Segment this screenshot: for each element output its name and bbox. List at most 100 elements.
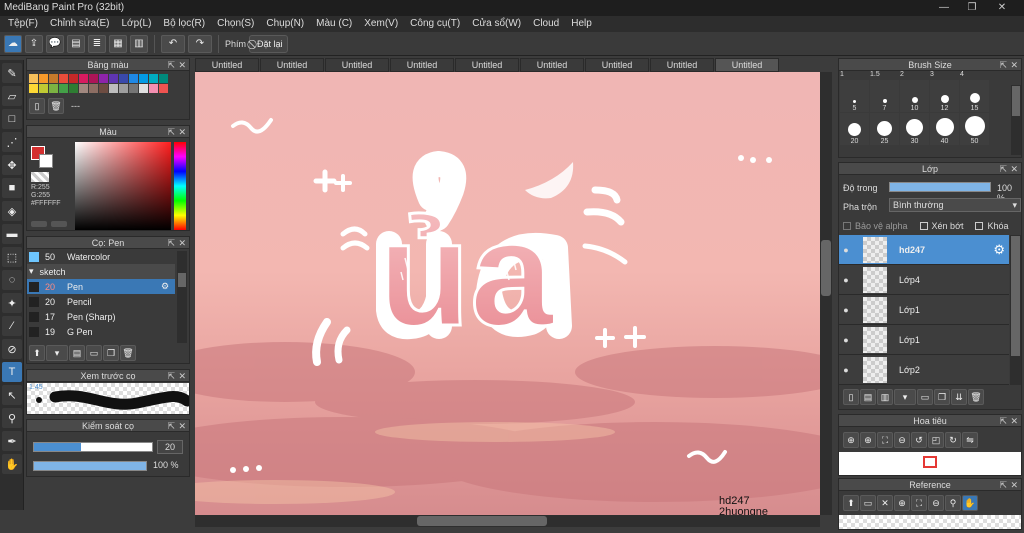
layer-duplicate-icon[interactable]: ❐ (934, 389, 950, 405)
brush-size-option[interactable]: 5 (840, 80, 869, 112)
reference-upload-icon[interactable]: ⬆ (843, 495, 859, 511)
lasso-tool-icon[interactable]: ◌ (2, 270, 22, 290)
brush-size-option[interactable]: 40 (930, 113, 959, 145)
color-swatch[interactable] (49, 84, 58, 93)
layout-icon[interactable]: ▥ (130, 34, 148, 53)
color-swatch[interactable] (59, 84, 68, 93)
reference-close-icon[interactable]: ✕ (877, 495, 893, 511)
lock-checkbox[interactable] (975, 222, 984, 230)
eyedropper-tool-icon[interactable]: ⚲ (2, 408, 22, 428)
color-swatch[interactable] (79, 84, 88, 93)
popout-icon[interactable]: ⇱ (167, 420, 175, 432)
menu-item[interactable]: Chụp(N) (260, 16, 310, 32)
eraser-tool-icon[interactable]: ▱ (2, 86, 22, 106)
layer-delete-icon[interactable]: 🗑 (968, 389, 984, 405)
color-swatch[interactable] (69, 84, 78, 93)
color-swatch[interactable] (59, 74, 68, 83)
eye-icon[interactable]: ● (839, 365, 853, 375)
dot-tool-icon[interactable]: ⋰ (2, 132, 22, 152)
color-swatch[interactable] (49, 74, 58, 83)
color-swatch[interactable] (119, 84, 128, 93)
list-icon[interactable]: ≣ (88, 34, 106, 53)
layer-row[interactable]: ● Lớp1 (839, 325, 1009, 355)
color-swatch[interactable] (159, 74, 168, 83)
maximize-icon[interactable]: ❐ (958, 0, 986, 16)
eye-icon[interactable]: ● (839, 305, 853, 315)
document-tab[interactable]: Untitled (325, 58, 389, 72)
brush-size-option[interactable]: 30 (900, 113, 929, 145)
color-swatch[interactable] (119, 74, 128, 83)
brush-folder-icon[interactable]: ▭ (86, 345, 102, 361)
popout-icon[interactable]: ⇱ (999, 479, 1007, 491)
protect-alpha-checkbox[interactable] (843, 222, 851, 230)
eye-icon[interactable]: ● (839, 275, 853, 285)
canvas-area[interactable]: ủa hd247 2huongne (195, 72, 820, 515)
close-icon[interactable]: ✕ (178, 420, 186, 432)
document-tab[interactable]: Untitled (195, 58, 259, 72)
document-tab[interactable]: Untitled (650, 58, 714, 72)
menu-item[interactable]: Chỉnh sửa(E) (44, 16, 116, 32)
color-swatch[interactable] (99, 84, 108, 93)
size-slider[interactable] (33, 442, 153, 452)
reference-area[interactable] (839, 515, 1021, 529)
layer-merge-icon[interactable]: ⇊ (951, 389, 967, 405)
select-eraser-tool-icon[interactable]: ⊘ (2, 339, 22, 359)
layer-folder-icon[interactable]: ▭ (917, 389, 933, 405)
upload-icon[interactable]: ⇪ (25, 34, 43, 53)
eye-icon[interactable]: ● (839, 245, 853, 255)
opacity-slider[interactable] (33, 461, 147, 471)
reference-hand-icon[interactable]: ✋ (962, 495, 978, 511)
popout-icon[interactable]: ⇱ (999, 415, 1007, 427)
close-icon[interactable]: ✕ (988, 0, 1016, 16)
close-icon[interactable]: ✕ (178, 59, 186, 71)
color-swatch[interactable] (139, 74, 148, 83)
color-swatch[interactable] (129, 84, 138, 93)
layer-row[interactable]: ● Lớp1 (839, 295, 1009, 325)
brush-size-option[interactable]: 25 (870, 113, 899, 145)
color-swatch[interactable] (29, 84, 38, 93)
layer-blend-select[interactable]: Bình thường ▾ (889, 198, 1021, 212)
document-tab[interactable]: Untitled (715, 58, 779, 72)
popout-icon[interactable]: ⇱ (167, 59, 175, 71)
eye-icon[interactable]: ● (839, 335, 853, 345)
close-icon[interactable]: ✕ (178, 370, 186, 382)
gear-icon[interactable]: ⚙ (161, 281, 169, 292)
menu-item[interactable]: Cloud (527, 16, 565, 32)
reference-zoom-in-icon[interactable]: ⊕ (894, 495, 910, 511)
document-tab[interactable]: Untitled (390, 58, 454, 72)
color-swatch[interactable] (149, 84, 158, 93)
brush-size-option[interactable]: 10 (900, 80, 929, 112)
brush-size-option[interactable]: 15 (960, 80, 989, 112)
brushsize-scroll-thumb[interactable] (1012, 86, 1020, 116)
menu-item[interactable]: Chọn(S) (211, 16, 260, 32)
background-color[interactable] (39, 154, 53, 168)
color-swatch[interactable] (99, 74, 108, 83)
close-icon[interactable]: ✕ (178, 237, 186, 249)
cloud-icon[interactable]: ☁ (4, 34, 22, 53)
layer-row[interactable]: ● Lớp4 (839, 265, 1009, 295)
select-rect-tool-icon[interactable]: ⬚ (2, 247, 22, 267)
color-swatch[interactable] (109, 74, 118, 83)
color-swatch[interactable] (39, 84, 48, 93)
color-swatch[interactable] (69, 74, 78, 83)
gear-icon[interactable]: ⚙ (993, 242, 1005, 258)
color-swatch[interactable] (89, 74, 98, 83)
brush-duplicate-icon[interactable]: ❐ (103, 345, 119, 361)
text-tool-icon[interactable]: T (2, 362, 22, 382)
color-toggle[interactable] (31, 221, 47, 227)
close-icon[interactable]: ✕ (178, 126, 186, 138)
menu-item[interactable]: Cửa sổ(W) (466, 16, 527, 32)
reference-zoom-out-icon[interactable]: ⊖ (928, 495, 944, 511)
color-swatch[interactable] (79, 74, 88, 83)
new-layer-icon[interactable]: ▯ (843, 389, 859, 405)
new-palette-icon[interactable]: ▯ (29, 98, 45, 114)
bucket-tool-icon[interactable]: ◈ (2, 201, 22, 221)
brush-delete-icon[interactable]: 🗑 (120, 345, 136, 361)
popout-icon[interactable]: ⇱ (167, 126, 175, 138)
new-halftone-layer-icon[interactable]: ▤ (860, 389, 876, 405)
new-8bit-layer-icon[interactable]: ▥ (877, 389, 893, 405)
brush-scrollbar[interactable] (177, 251, 187, 343)
move-tool-icon[interactable]: ✥ (2, 155, 22, 175)
popout-icon[interactable]: ⇱ (167, 237, 175, 249)
color-swatch[interactable] (159, 84, 168, 93)
